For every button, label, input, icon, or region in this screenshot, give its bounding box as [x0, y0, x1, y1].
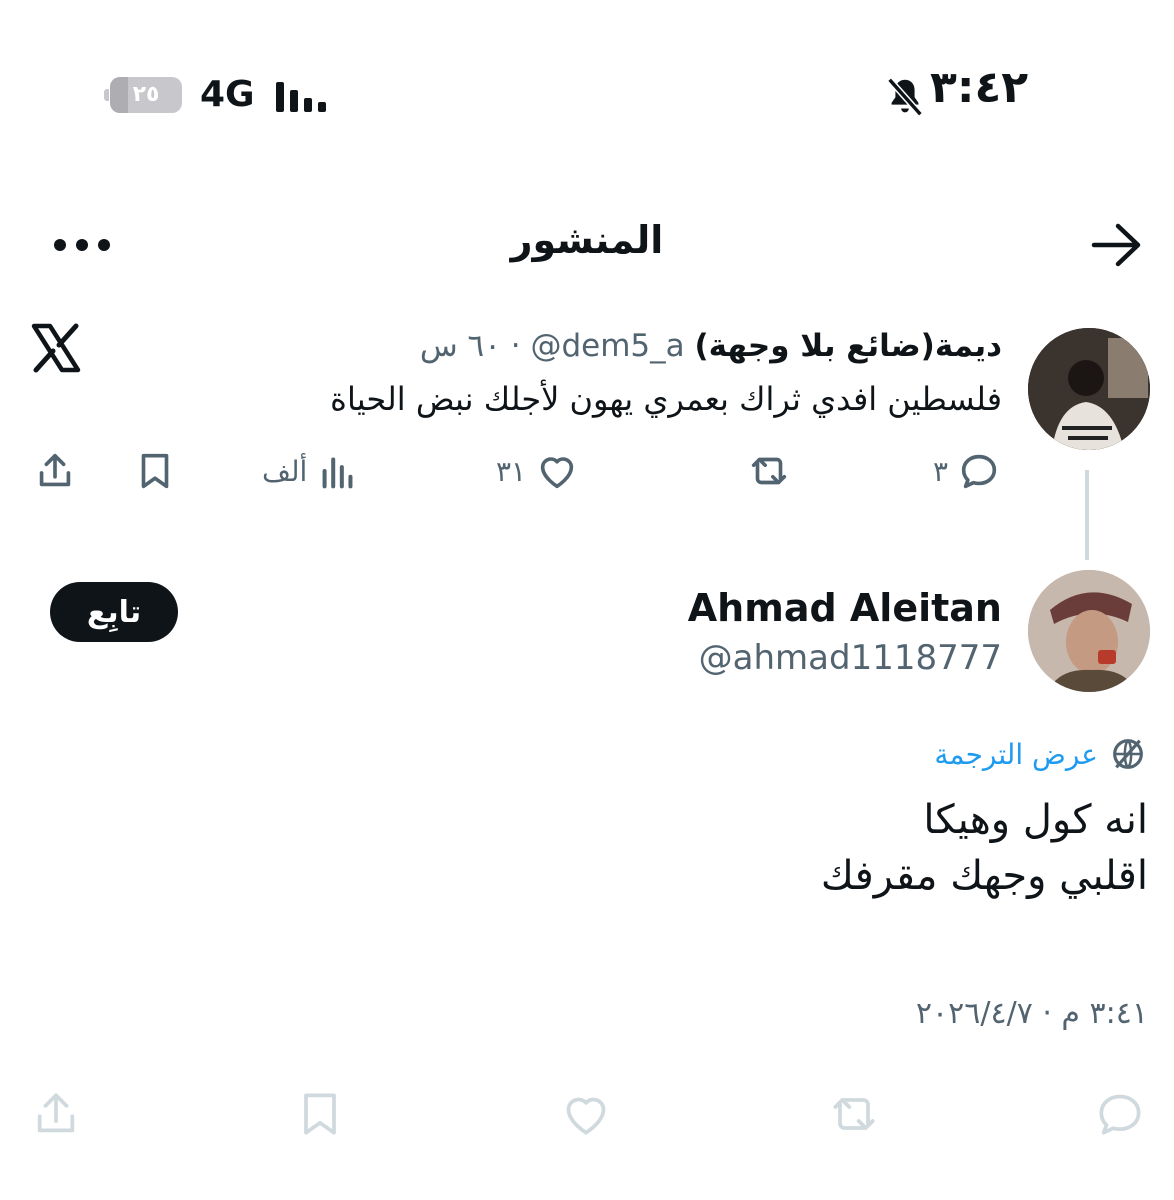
quoted-post-actions: ٣ ٣١ ألف: [0, 448, 1174, 496]
repost-icon: [751, 457, 787, 485]
bell-slash-icon: [887, 77, 923, 117]
reply-count: ٣: [932, 454, 948, 488]
repost-icon: [833, 1098, 875, 1130]
views-count: ألف: [262, 454, 308, 488]
page-title: المنشور: [510, 218, 664, 262]
author-handle[interactable]: @ahmad1118777: [699, 638, 1002, 678]
main-post-actions: [0, 1086, 1174, 1142]
translate-row[interactable]: عرض الترجمة: [934, 734, 1148, 774]
globe-icon: [1113, 739, 1143, 769]
show-translation-link[interactable]: عرض الترجمة: [934, 738, 1098, 771]
reply-button[interactable]: ٣: [933, 448, 1002, 494]
quoted-display-name[interactable]: ديمة(ضائع بلا وجهة): [694, 328, 1002, 364]
battery-percent: ٢٥: [132, 82, 160, 107]
quoted-post-text: فلسطين افدي ثراك بعمري يهون لأجلك نبض ال…: [330, 380, 1002, 418]
more-icon[interactable]: [52, 236, 112, 254]
dot-separator: ·: [510, 328, 521, 364]
like-button[interactable]: ٣١: [496, 448, 580, 494]
network-type: 4G: [200, 74, 255, 115]
share-icon: [39, 453, 71, 487]
share-button[interactable]: [32, 448, 78, 494]
bookmark-icon: [141, 453, 169, 489]
follow-button[interactable]: تابِع: [50, 582, 178, 642]
like-count: ٣١: [496, 454, 527, 488]
author-name[interactable]: Ahmad Aleitan: [688, 586, 1002, 630]
reply-icon: [1099, 1094, 1141, 1135]
reply-icon: [961, 454, 997, 489]
avatar[interactable]: [1028, 328, 1150, 450]
quoted-handle[interactable]: @dem5_a: [530, 328, 684, 364]
battery-icon: ٢٥: [104, 77, 182, 113]
heart-icon: [540, 457, 574, 489]
views-button[interactable]: ألف: [262, 448, 361, 494]
like-button[interactable]: [558, 1086, 614, 1146]
x-logo-icon[interactable]: [30, 322, 82, 374]
views-icon: [322, 457, 353, 489]
author-avatar[interactable]: [1028, 570, 1150, 692]
post-body: انه كول وهيكا اقلبي وجهك مقرفك: [820, 797, 1148, 899]
quoted-post-header: ديمة(ضائع بلا وجهة) @dem5_a · ٦٠ س: [420, 328, 1002, 364]
signal-bars-icon: [276, 82, 326, 112]
repost-button[interactable]: [746, 448, 792, 494]
bookmark-button[interactable]: [292, 1086, 348, 1146]
status-time: ٣:٤٢: [930, 62, 1029, 113]
share-icon: [37, 1093, 75, 1133]
repost-button[interactable]: [826, 1086, 882, 1146]
bookmark-button[interactable]: [132, 448, 178, 494]
share-button[interactable]: [28, 1086, 84, 1146]
bookmark-icon: [304, 1093, 336, 1135]
heart-icon: [566, 1097, 606, 1135]
quoted-time: ٦٠ س: [419, 328, 501, 364]
back-arrow-icon[interactable]: [1088, 222, 1144, 268]
post-timestamp[interactable]: ٣:٤١ م · ٢٠٢٦/٤/٧: [916, 996, 1148, 1031]
reply-button[interactable]: [1092, 1086, 1148, 1146]
